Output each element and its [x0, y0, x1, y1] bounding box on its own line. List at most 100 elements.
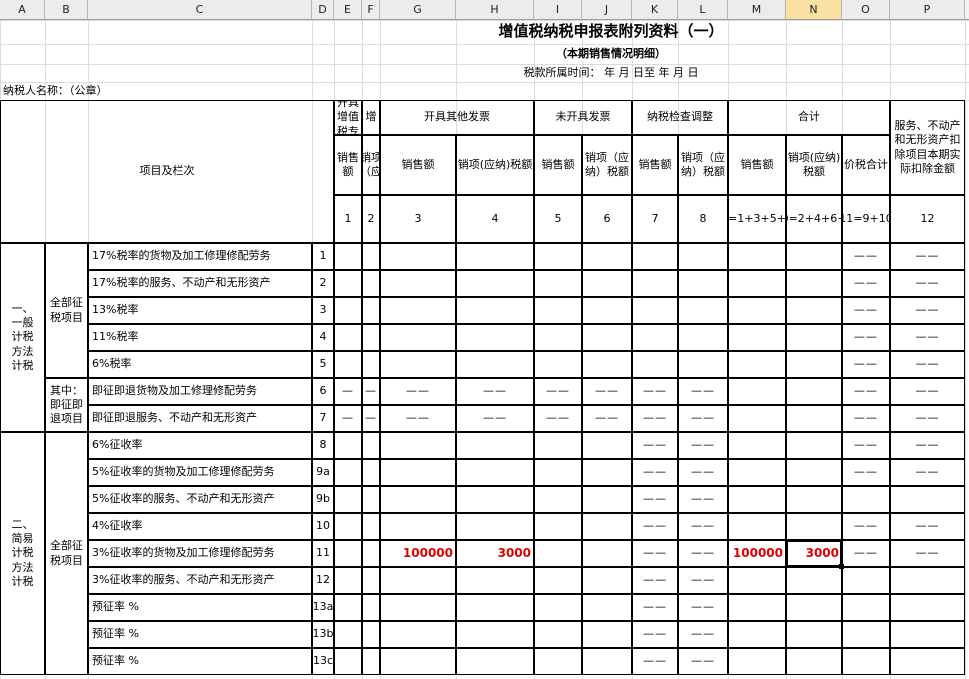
data-cell[interactable]	[842, 567, 890, 594]
row-label[interactable]: 13%税率	[88, 297, 312, 324]
tax-header-f[interactable]: 销项（应	[362, 135, 380, 195]
sales-header-g[interactable]: 销售额	[380, 135, 456, 195]
row11-other-invoice-tax[interactable]: 3000	[456, 540, 534, 567]
data-cell[interactable]	[678, 297, 728, 324]
na-cell[interactable]: ——	[890, 432, 965, 459]
column-header-e[interactable]: E	[334, 0, 362, 19]
data-cell[interactable]	[456, 297, 534, 324]
group-special-invoice-header-2[interactable]: 增	[362, 100, 380, 135]
data-cell[interactable]	[728, 270, 786, 297]
data-cell[interactable]	[786, 513, 842, 540]
row-number[interactable]: 3	[312, 297, 334, 324]
column-number-k[interactable]: 7	[632, 195, 678, 243]
row-number[interactable]: 4	[312, 324, 334, 351]
na-cell[interactable]: ——	[632, 648, 678, 675]
data-cell[interactable]	[534, 270, 582, 297]
data-cell[interactable]	[380, 351, 456, 378]
na-cell[interactable]: ——	[842, 297, 890, 324]
data-cell[interactable]	[786, 486, 842, 513]
na-cell[interactable]: ——	[632, 621, 678, 648]
na-cell[interactable]: ——	[582, 378, 632, 405]
data-cell[interactable]	[334, 621, 362, 648]
row-label[interactable]: 6%征收率	[88, 432, 312, 459]
na-cell[interactable]: ——	[890, 243, 965, 270]
data-cell[interactable]	[456, 648, 534, 675]
row-number[interactable]: 8	[312, 432, 334, 459]
na-cell[interactable]: ——	[890, 297, 965, 324]
fill-handle[interactable]	[839, 564, 844, 569]
data-cell[interactable]	[380, 486, 456, 513]
data-cell[interactable]	[890, 567, 965, 594]
row-number[interactable]: 1	[312, 243, 334, 270]
tax-header-h[interactable]: 销项(应纳)税额	[456, 135, 534, 195]
na-cell[interactable]: ——	[456, 378, 534, 405]
group-other-invoice-header[interactable]: 开具其他发票	[380, 100, 534, 135]
data-cell[interactable]	[728, 405, 786, 432]
data-cell[interactable]	[890, 648, 965, 675]
data-cell[interactable]	[786, 648, 842, 675]
data-cell[interactable]	[380, 297, 456, 324]
data-cell[interactable]	[334, 243, 362, 270]
data-cell[interactable]	[334, 486, 362, 513]
data-cell[interactable]	[678, 351, 728, 378]
data-cell[interactable]	[362, 270, 380, 297]
column-header-h[interactable]: H	[456, 0, 534, 19]
data-cell[interactable]	[786, 567, 842, 594]
data-cell[interactable]	[632, 297, 678, 324]
na-cell[interactable]: ——	[842, 513, 890, 540]
data-cell[interactable]	[534, 540, 582, 567]
data-cell[interactable]	[728, 486, 786, 513]
data-cell[interactable]	[456, 351, 534, 378]
na-cell[interactable]: ——	[842, 324, 890, 351]
na-cell[interactable]: ——	[678, 513, 728, 540]
data-cell[interactable]	[334, 594, 362, 621]
na-cell[interactable]: ——	[582, 405, 632, 432]
data-cell[interactable]	[380, 432, 456, 459]
data-cell[interactable]	[534, 297, 582, 324]
data-cell[interactable]	[362, 459, 380, 486]
data-cell[interactable]	[632, 324, 678, 351]
data-cell[interactable]	[334, 270, 362, 297]
na-cell[interactable]: ——	[842, 270, 890, 297]
data-cell[interactable]	[380, 513, 456, 540]
data-cell[interactable]	[380, 270, 456, 297]
data-cell[interactable]	[632, 243, 678, 270]
na-cell[interactable]: ——	[890, 405, 965, 432]
data-cell[interactable]	[582, 351, 632, 378]
data-cell[interactable]	[582, 567, 632, 594]
data-cell[interactable]	[890, 594, 965, 621]
row-number[interactable]: 7	[312, 405, 334, 432]
column-number-o[interactable]: 11=9+10	[842, 195, 890, 243]
data-cell[interactable]	[534, 432, 582, 459]
na-cell[interactable]: ——	[842, 540, 890, 567]
column-header-c[interactable]: C	[88, 0, 312, 19]
data-cell[interactable]	[842, 486, 890, 513]
column-header-b[interactable]: B	[45, 0, 88, 19]
na-cell[interactable]: ——	[842, 243, 890, 270]
column-header-o[interactable]: O	[842, 0, 890, 19]
data-cell[interactable]	[380, 243, 456, 270]
data-cell[interactable]	[334, 567, 362, 594]
data-cell[interactable]	[362, 594, 380, 621]
row-label[interactable]: 3%征收率的服务、不动产和无形资产	[88, 567, 312, 594]
data-cell[interactable]	[456, 486, 534, 513]
data-cell[interactable]	[362, 243, 380, 270]
na-cell[interactable]: ——	[678, 486, 728, 513]
column-header-f[interactable]: F	[362, 0, 380, 19]
column-header-d[interactable]: D	[312, 0, 334, 19]
sales-header-k[interactable]: 销售额	[632, 135, 678, 195]
na-cell[interactable]: ——	[632, 459, 678, 486]
column-number-e[interactable]: 1	[334, 195, 362, 243]
na-cell[interactable]: —	[362, 378, 380, 405]
row-number[interactable]: 2	[312, 270, 334, 297]
na-cell[interactable]: ——	[632, 432, 678, 459]
data-cell[interactable]	[380, 324, 456, 351]
na-cell[interactable]: ——	[632, 486, 678, 513]
data-cell[interactable]	[632, 351, 678, 378]
column-header-a[interactable]: A	[0, 0, 45, 19]
data-cell[interactable]	[334, 513, 362, 540]
na-cell[interactable]: ——	[632, 378, 678, 405]
data-cell[interactable]	[362, 351, 380, 378]
data-cell[interactable]	[842, 648, 890, 675]
na-cell[interactable]: ——	[678, 621, 728, 648]
